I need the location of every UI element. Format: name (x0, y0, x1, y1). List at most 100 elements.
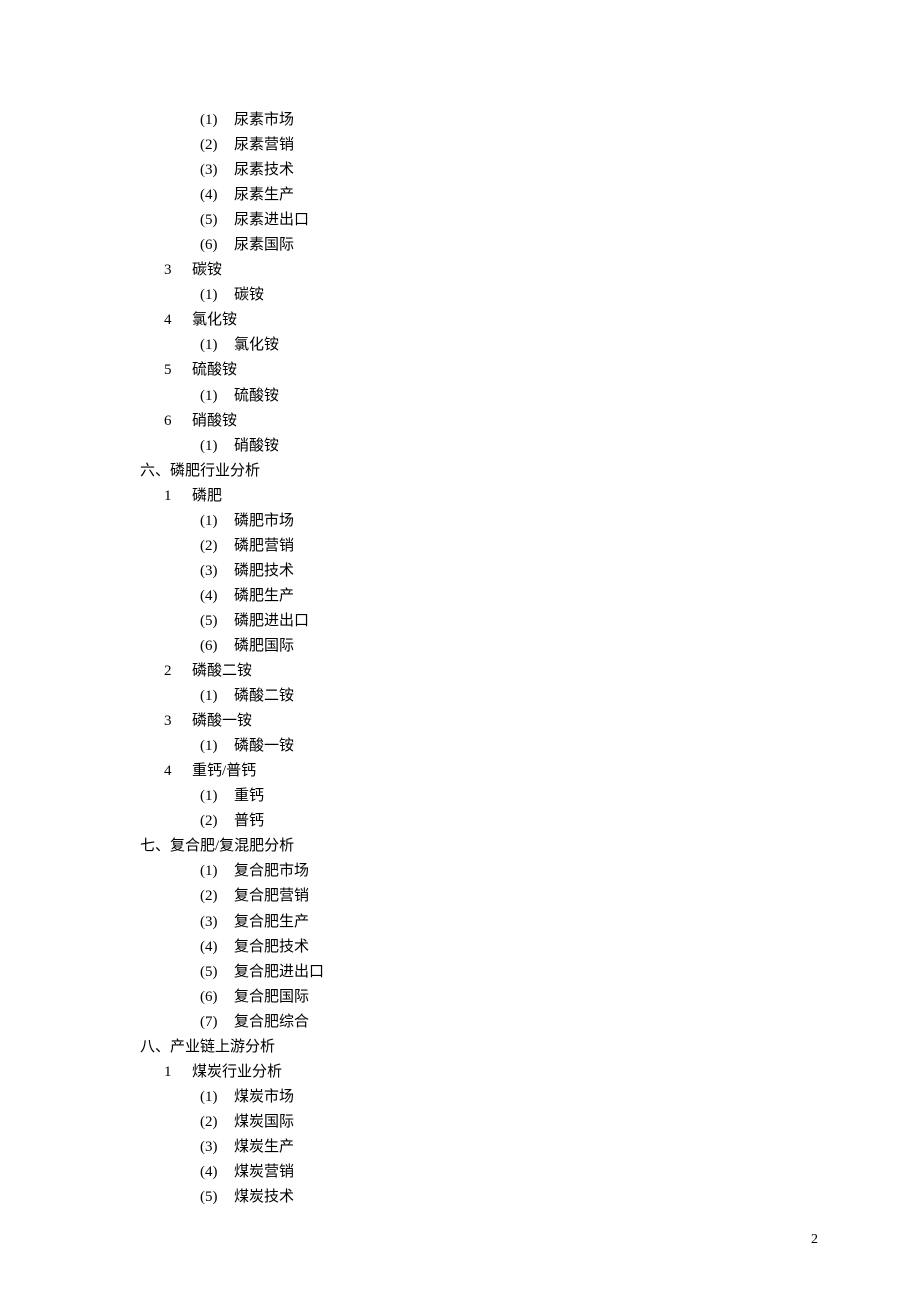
outline-row: 3碳铵 (140, 258, 780, 283)
outline-text: 磷酸二铵 (234, 688, 294, 704)
outline-text: 硫酸铵 (234, 388, 279, 404)
outline-row: (5)尿素进出口 (140, 208, 780, 233)
outline-number: (2) (200, 809, 234, 834)
outline-number: (1) (200, 333, 234, 358)
outline-number: (4) (200, 584, 234, 609)
outline-row: (6)复合肥国际 (140, 985, 780, 1010)
outline-number: (2) (200, 133, 234, 158)
outline-text: 磷酸二铵 (192, 663, 252, 679)
outline-number: 4 (164, 759, 192, 784)
outline-text: 复合肥市场 (234, 863, 309, 879)
outline-number: (5) (200, 960, 234, 985)
outline-row: (2)普钙 (140, 809, 780, 834)
outline-text: 复合肥综合 (234, 1014, 309, 1030)
outline-number: (4) (200, 183, 234, 208)
outline-text: 煤炭国际 (234, 1114, 294, 1130)
outline-row: (1)复合肥市场 (140, 859, 780, 884)
outline-row: (6)磷肥国际 (140, 634, 780, 659)
outline-text: 硝酸铵 (234, 438, 279, 454)
outline-text: 尿素营销 (234, 137, 294, 153)
outline-row: (2)磷肥营销 (140, 534, 780, 559)
outline-text: 磷肥行业分析 (170, 463, 260, 479)
outline-number: 4 (164, 308, 192, 333)
outline-row: 4氯化铵 (140, 308, 780, 333)
outline-text: 硝酸铵 (192, 413, 237, 429)
outline-row: (6)尿素国际 (140, 233, 780, 258)
outline-row: (4)煤炭营销 (140, 1160, 780, 1185)
outline-number: (1) (200, 108, 234, 133)
outline-number: 八、 (140, 1035, 170, 1060)
outline-text: 重钙/普钙 (192, 763, 256, 779)
outline-number: (1) (200, 283, 234, 308)
outline-number: (1) (200, 434, 234, 459)
outline-number: (5) (200, 208, 234, 233)
outline-text: 尿素进出口 (234, 212, 309, 228)
outline-text: 磷肥 (192, 488, 222, 504)
outline-text: 尿素生产 (234, 187, 294, 203)
outline-number: 六、 (140, 459, 170, 484)
outline-number: 2 (164, 659, 192, 684)
outline-row: (4)磷肥生产 (140, 584, 780, 609)
outline-number: (6) (200, 233, 234, 258)
outline-row: 六、磷肥行业分析 (140, 459, 780, 484)
outline-text: 复合肥生产 (234, 914, 309, 930)
outline-row: (4)复合肥技术 (140, 935, 780, 960)
outline-row: (4)尿素生产 (140, 183, 780, 208)
outline-text: 硫酸铵 (192, 362, 237, 378)
outline-text: 复合肥/复混肥分析 (170, 838, 294, 854)
outline-number: 6 (164, 409, 192, 434)
outline-text: 碳铵 (192, 262, 222, 278)
outline-number: (6) (200, 985, 234, 1010)
outline-number: (1) (200, 509, 234, 534)
outline-row: (1)重钙 (140, 784, 780, 809)
outline-row: 七、复合肥/复混肥分析 (140, 834, 780, 859)
outline-text: 氯化铵 (234, 337, 279, 353)
outline-number: (5) (200, 1185, 234, 1210)
outline-number: 5 (164, 358, 192, 383)
outline-number: (1) (200, 859, 234, 884)
outline-row: (1)磷酸二铵 (140, 684, 780, 709)
outline-row: (1)尿素市场 (140, 108, 780, 133)
outline-text: 复合肥国际 (234, 989, 309, 1005)
outline-text: 煤炭技术 (234, 1189, 294, 1205)
outline-text: 氯化铵 (192, 312, 237, 328)
outline-row: 5硫酸铵 (140, 358, 780, 383)
outline-row: (1)硫酸铵 (140, 384, 780, 409)
outline-number: (3) (200, 559, 234, 584)
outline-number: (2) (200, 1110, 234, 1135)
outline-row: (1)碳铵 (140, 283, 780, 308)
outline-row: (5)复合肥进出口 (140, 960, 780, 985)
page-number: 2 (811, 1232, 818, 1248)
outline-text: 煤炭生产 (234, 1139, 294, 1155)
outline-row: (1)磷酸一铵 (140, 734, 780, 759)
outline-text: 磷肥营销 (234, 538, 294, 554)
outline-number: (6) (200, 634, 234, 659)
outline-text: 磷酸一铵 (234, 738, 294, 754)
outline-row: 1煤炭行业分析 (140, 1060, 780, 1085)
outline-text: 重钙 (234, 788, 264, 804)
outline-number: (3) (200, 910, 234, 935)
outline-row: (3)煤炭生产 (140, 1135, 780, 1160)
outline-number: (2) (200, 534, 234, 559)
outline-row: (1)煤炭市场 (140, 1085, 780, 1110)
outline-number: (5) (200, 609, 234, 634)
outline-number: (1) (200, 384, 234, 409)
outline-row: (3)尿素技术 (140, 158, 780, 183)
outline-row: (2)尿素营销 (140, 133, 780, 158)
outline-number: (4) (200, 1160, 234, 1185)
outline-row: (1)硝酸铵 (140, 434, 780, 459)
outline-number: (3) (200, 1135, 234, 1160)
outline-row: (5)磷肥进出口 (140, 609, 780, 634)
outline-text: 磷肥国际 (234, 638, 294, 654)
outline-text: 复合肥技术 (234, 939, 309, 955)
outline-number: 3 (164, 709, 192, 734)
outline-text: 煤炭市场 (234, 1089, 294, 1105)
outline-row: 1磷肥 (140, 484, 780, 509)
outline-text: 磷肥生产 (234, 588, 294, 604)
outline-number: (1) (200, 784, 234, 809)
outline-row: (2)复合肥营销 (140, 884, 780, 909)
outline-row: (3)复合肥生产 (140, 910, 780, 935)
outline-row: 3磷酸一铵 (140, 709, 780, 734)
outline-number: (1) (200, 684, 234, 709)
outline-row: (3)磷肥技术 (140, 559, 780, 584)
